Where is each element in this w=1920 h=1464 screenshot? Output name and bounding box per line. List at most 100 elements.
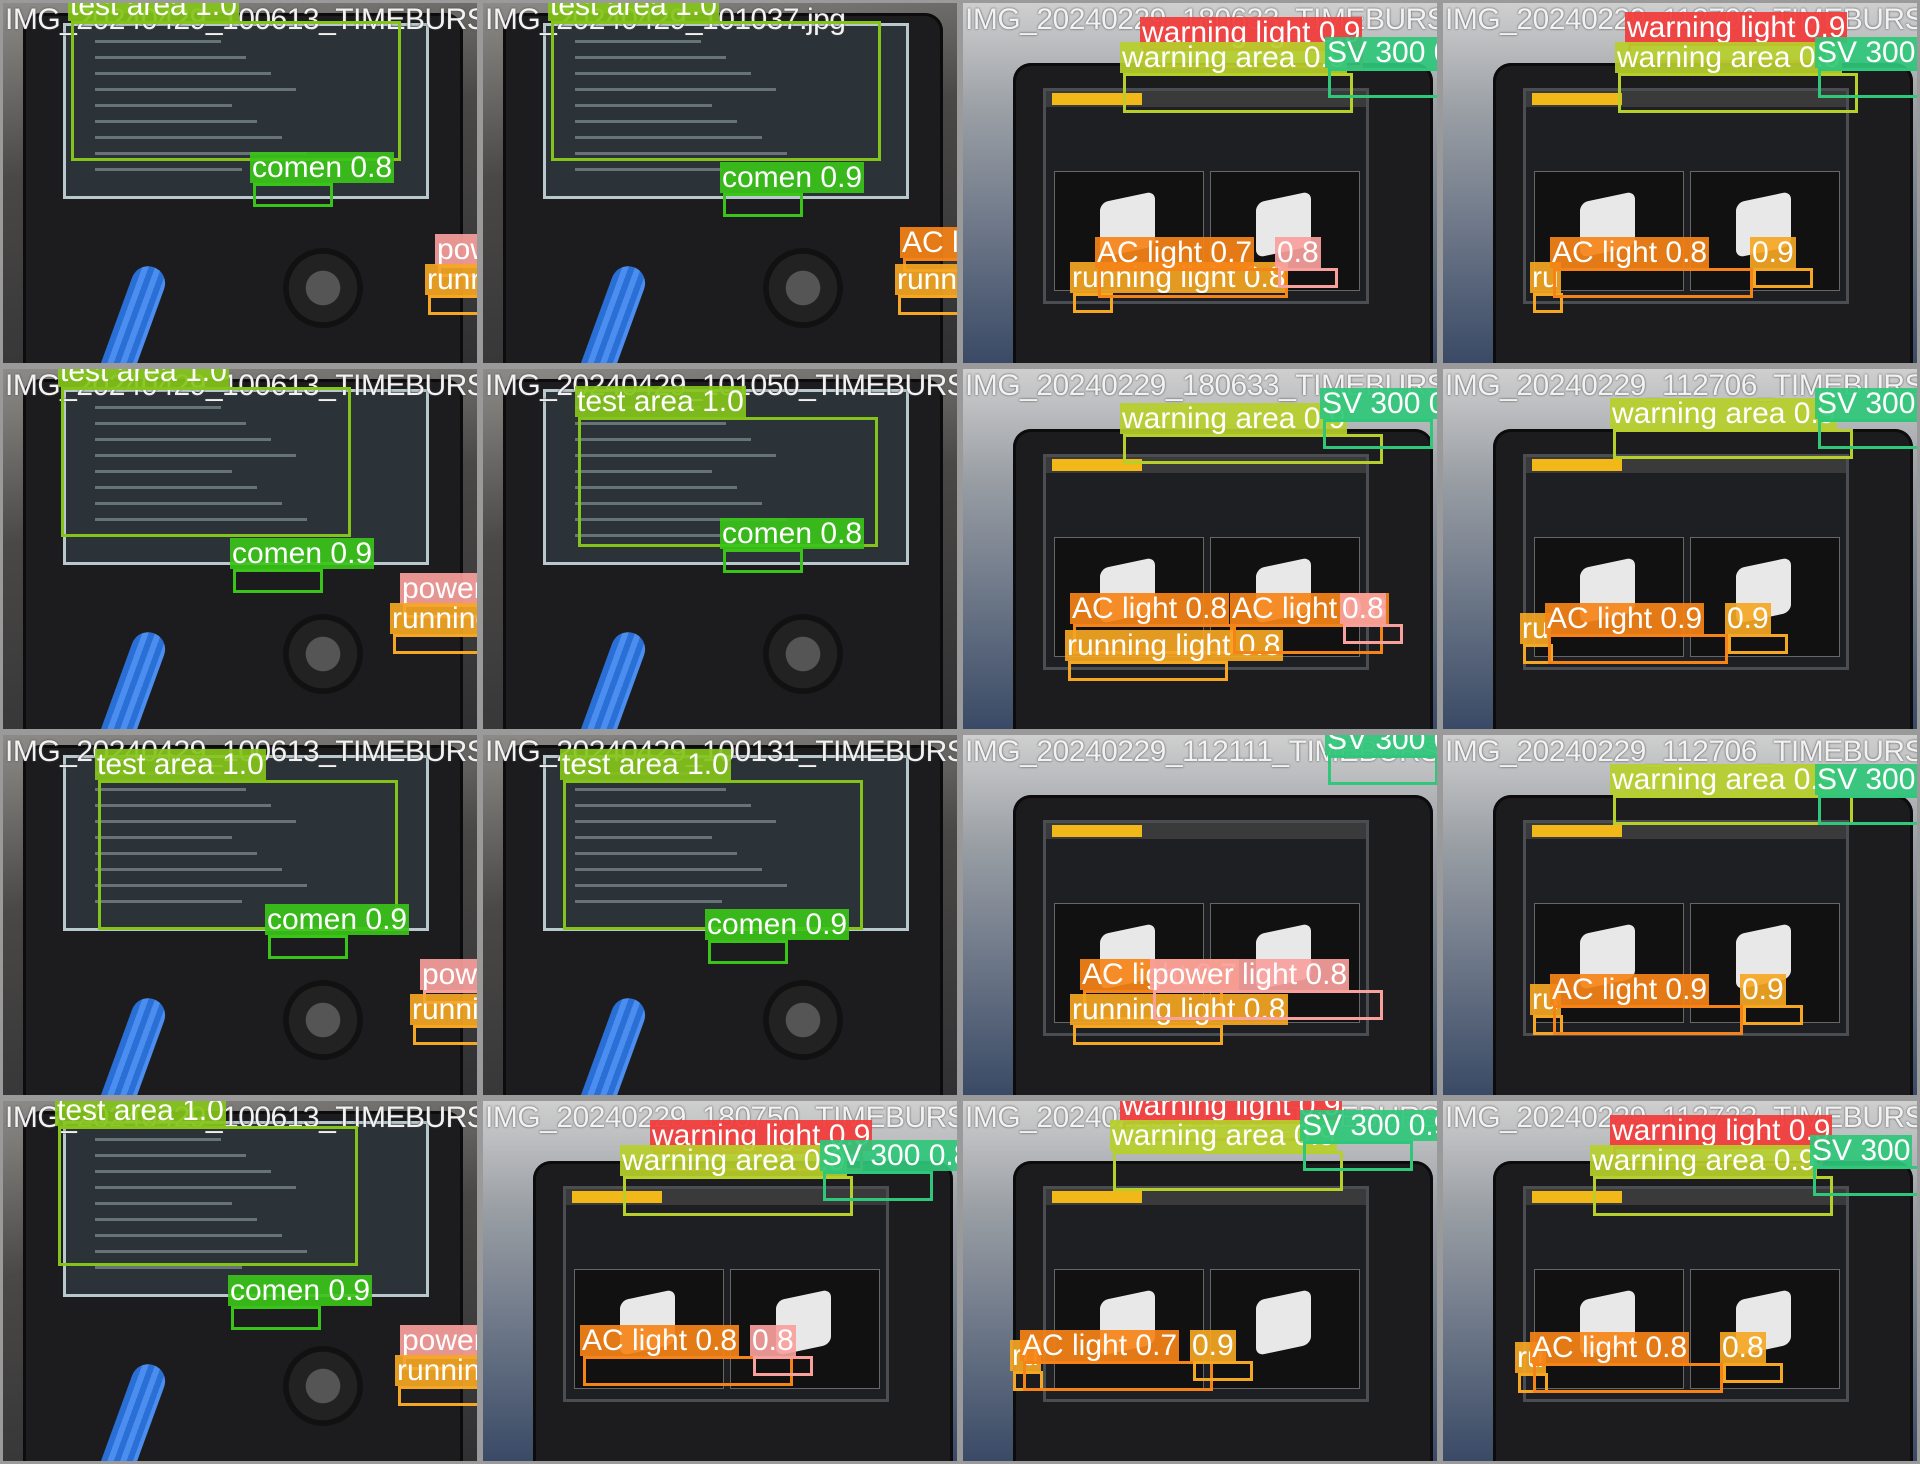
screen-status-bar bbox=[1526, 823, 1846, 839]
detection: SV 300 0.9 bbox=[1325, 735, 1437, 785]
detection-label: running light 0.8 bbox=[895, 264, 957, 295]
bounding-box bbox=[268, 935, 348, 959]
detection-label: comen 0.9 bbox=[265, 903, 410, 936]
image-tile: IMG_20240229_180633_TIMEBURST.jpgwarning… bbox=[960, 0, 1440, 366]
detection-label: AC light 0.8 bbox=[1550, 236, 1710, 269]
bounding-box bbox=[1328, 755, 1437, 785]
port-knob bbox=[763, 980, 843, 1060]
screen-tab bbox=[1532, 825, 1622, 837]
detection: warning area 0.9 bbox=[1610, 764, 1853, 825]
detection-label: SV 300 bbox=[1810, 1134, 1913, 1167]
screen-tab bbox=[1052, 1191, 1142, 1203]
bounding-box bbox=[708, 940, 788, 964]
detection-label: test area 1.0 bbox=[68, 3, 239, 21]
port-knob bbox=[283, 248, 363, 328]
detection-label: 0.8 bbox=[1340, 592, 1386, 625]
bounding-box bbox=[623, 1176, 853, 1216]
bounding-box bbox=[723, 193, 803, 217]
image-tile: IMG_20240429_100131_TIMEBURST.jpgtest ar… bbox=[480, 732, 960, 1098]
bounding-box bbox=[1613, 429, 1853, 459]
breathing-hose bbox=[90, 993, 170, 1095]
detection-label: running light 0.8 bbox=[395, 1355, 477, 1386]
detection-label: AC light 0.8 bbox=[580, 1324, 740, 1357]
bounding-box bbox=[898, 295, 957, 315]
image-tile: IMG_20240229_112706_TIMEBURST.jpgwarning… bbox=[1440, 0, 1920, 366]
detection: SV 300 bbox=[1815, 37, 1917, 98]
detection-label: power light 0.8 bbox=[1150, 958, 1350, 991]
bounding-box bbox=[1068, 661, 1228, 681]
detection-label: 0.8 bbox=[1720, 1331, 1766, 1364]
screen-text-line bbox=[574, 168, 723, 171]
bounding-box bbox=[393, 634, 477, 654]
image-tile: IMG_20240429_100613_TIMEBURST.jpgtest ar… bbox=[0, 732, 480, 1098]
detection: comen 0.9 bbox=[228, 1275, 373, 1330]
detection: SV 300 0.8 bbox=[1325, 37, 1437, 98]
detection: 0.8 bbox=[1275, 237, 1338, 288]
bounding-box bbox=[253, 183, 333, 207]
detection: running light 0.8 bbox=[1065, 630, 1283, 681]
bounding-box bbox=[1753, 268, 1813, 288]
detection-label: test area 1.0 bbox=[95, 748, 266, 781]
detection-label: comen 0.9 bbox=[705, 908, 850, 941]
bounding-box bbox=[1328, 68, 1437, 98]
bounding-box bbox=[1123, 73, 1353, 113]
bounding-box bbox=[1818, 795, 1917, 825]
image-tile: IMG_20240429_101050_TIMEBURST.jpgtest ar… bbox=[480, 366, 960, 732]
bounding-box bbox=[1098, 268, 1288, 298]
detection: 0.8 bbox=[750, 1325, 813, 1376]
breathing-hose bbox=[570, 261, 650, 363]
breathing-hose bbox=[90, 261, 170, 363]
detection-label: power light 0.9 bbox=[420, 959, 477, 990]
detection-label: AC light 0.9 bbox=[1545, 602, 1705, 635]
detection: test area 1.0 bbox=[548, 3, 881, 161]
detection-label: warning area 0.9 bbox=[1120, 41, 1348, 74]
detection-label: 0.9 bbox=[1190, 1329, 1236, 1362]
detection: 0.9 bbox=[1725, 603, 1788, 654]
detection: 0.9 bbox=[1750, 237, 1813, 288]
detection-label: SV 300 bbox=[1815, 387, 1917, 420]
detection: test area 1.0 bbox=[58, 369, 351, 537]
screen-text-line bbox=[94, 168, 243, 171]
screen-text-line bbox=[94, 1266, 243, 1269]
breathing-hose bbox=[570, 627, 650, 729]
bounding-box bbox=[233, 569, 323, 593]
detection-label: AC light 0.8 bbox=[1530, 1331, 1690, 1364]
detection: warning area 0.9 bbox=[620, 1145, 853, 1216]
detection: SV 300 0.8 bbox=[820, 1140, 957, 1201]
detection-label: running light 0.9 bbox=[390, 603, 477, 634]
screen-tab bbox=[1532, 459, 1622, 471]
screen-status-bar bbox=[1046, 1189, 1366, 1205]
bounding-box bbox=[1278, 268, 1338, 288]
port-knob bbox=[283, 1346, 363, 1426]
bounding-box bbox=[1593, 1176, 1833, 1216]
detection-mosaic: IMG_20240429_100613_TIMEBURST.jpgtest ar… bbox=[0, 0, 1920, 1464]
image-tile: IMG_20240229_180633_TIMEBURST.jpgwarning… bbox=[960, 366, 1440, 732]
port-knob bbox=[283, 980, 363, 1060]
detection-label: comen 0.9 bbox=[228, 1274, 373, 1307]
detection-label: warning area 0.9 bbox=[1120, 402, 1348, 435]
bounding-box bbox=[753, 1356, 813, 1376]
detection-label: test area 1.0 bbox=[548, 3, 719, 21]
detection-label: SV 300 bbox=[1815, 763, 1917, 796]
detection: AC light 0.9 bbox=[1550, 974, 1743, 1035]
bounding-box bbox=[723, 549, 803, 573]
detection-label: 0.8 bbox=[1275, 236, 1321, 269]
detection-label: power light 0.8 bbox=[400, 573, 477, 604]
breathing-hose bbox=[570, 993, 650, 1095]
detection-label: AC light 0.7 bbox=[1020, 1329, 1180, 1362]
detection-label: AC light 0.7 bbox=[1095, 236, 1255, 269]
image-tile: IMG_20240229_112706_TIMEBURST.jpgwarning… bbox=[1440, 732, 1920, 1098]
bounding-box bbox=[1818, 419, 1917, 449]
bounding-box bbox=[1153, 990, 1383, 1020]
detection: warning area 0.9 bbox=[1120, 42, 1353, 113]
detection: AC light 0.7 bbox=[1095, 237, 1288, 298]
detection: 0.9 bbox=[1740, 974, 1803, 1025]
detection-label: 0.9 bbox=[1725, 602, 1771, 635]
detection: warning area 0.9 bbox=[1590, 1145, 1833, 1216]
detection: comen 0.9 bbox=[230, 538, 375, 593]
image-tile: IMG_20240229_112706_TIMEBURST.jpgwarning… bbox=[1440, 366, 1920, 732]
image-tile: IMG_20240429_100613_TIMEBURST.jpgtest ar… bbox=[0, 366, 480, 732]
detection-label: SV 300 0.8 bbox=[1320, 388, 1437, 419]
detection-label: test area 1.0 bbox=[575, 385, 746, 418]
detection-label: 0.9 bbox=[1750, 236, 1796, 269]
